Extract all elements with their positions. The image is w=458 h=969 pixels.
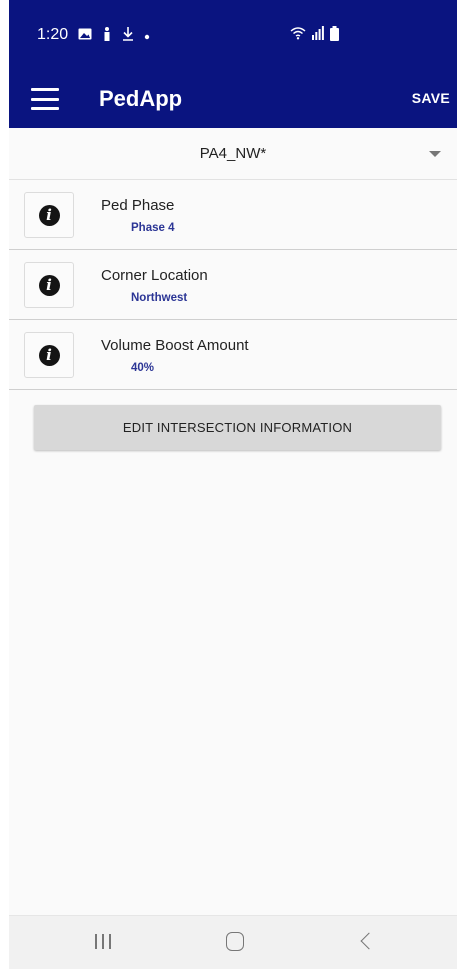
info-icon: i [38,204,60,226]
dot-icon [144,29,150,42]
gallery-icon [78,28,92,42]
save-button[interactable]: SAVE [412,90,450,106]
home-icon[interactable] [226,932,244,951]
phone-screen: 1:20 PedApp SAVE PA4_NW* i Ped Phase Pha… [9,0,457,969]
wifi-icon [290,26,306,43]
app-bar: PedApp SAVE [9,70,457,128]
hamburger-menu-icon[interactable] [31,88,59,110]
ped-phase-info-button[interactable]: i [24,192,74,238]
corner-location-value: Northwest [131,292,188,304]
volume-boost-value: 40% [131,362,155,374]
battery-icon [330,26,339,43]
volume-boost-label: Volume Boost Amount [101,337,249,354]
system-nav-bar [9,915,457,969]
recent-apps-icon[interactable] [95,934,111,949]
accessibility-icon [102,27,112,43]
dropdown-selected-value: PA4_NW* [199,145,267,162]
dropdown-arrow-icon [429,151,441,157]
volume-boost-info-button[interactable]: i [24,332,74,378]
download-icon [122,27,134,43]
row-corner-location: i Corner Location Northwest [9,250,457,320]
row-ped-phase: i Ped Phase Phase 4 [9,180,457,250]
row-volume-boost: i Volume Boost Amount 40% [9,320,457,390]
signal-icon [312,26,324,43]
corner-location-info-button[interactable]: i [24,262,74,308]
edit-intersection-button[interactable]: EDIT INTERSECTION INFORMATION [34,405,441,450]
app-title: PedApp [99,86,183,111]
status-bar: 1:20 [9,0,457,70]
back-icon[interactable] [360,932,378,950]
info-icon: i [38,274,60,296]
status-time: 1:20 [37,26,69,43]
corner-location-label: Corner Location [101,267,208,284]
info-icon: i [38,344,60,366]
intersection-dropdown[interactable]: PA4_NW* [9,128,457,180]
ped-phase-value: Phase 4 [131,222,175,234]
ped-phase-label: Ped Phase [101,197,175,214]
